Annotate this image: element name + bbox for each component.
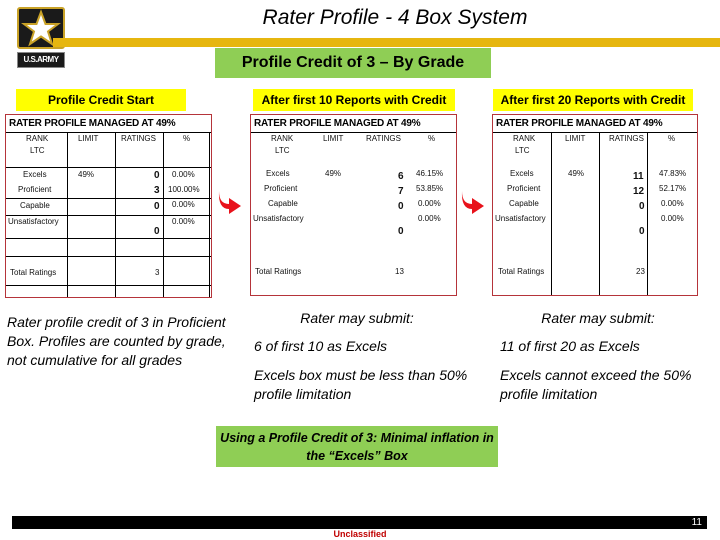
rank-value: LTC xyxy=(30,146,45,155)
unsatisfactory-ratings: 0 xyxy=(398,226,404,237)
col-ratings: RATINGS xyxy=(121,134,156,143)
capable-pct: 0.00% xyxy=(418,199,441,208)
proficient-pct: 100.00% xyxy=(168,185,200,194)
panel-heading-20-reports: After first 20 Reports with Credit xyxy=(493,89,693,111)
row-label-unsatisfactory: Unsatisfactory xyxy=(253,214,304,223)
capable-ratings: 0 xyxy=(154,201,160,212)
excels-pct: 47.83% xyxy=(659,169,687,178)
arrow-right-icon xyxy=(217,188,243,214)
capable-pct: 0.00% xyxy=(172,200,195,209)
arrow-right-icon xyxy=(460,188,486,214)
excels-ratings: 11 xyxy=(633,171,644,182)
col-limit: LIMIT xyxy=(78,134,99,143)
col-limit: LIMIT xyxy=(323,134,344,143)
profile-table-10-reports: RATER PROFILE MANAGED AT 49% RANK LIMIT … xyxy=(250,114,457,296)
unsatisfactory-pct: 0.00% xyxy=(661,214,684,223)
row-label-excels: Excels xyxy=(266,169,290,178)
profile-table-start: RATER PROFILE MANAGED AT 49% RANK LIMIT … xyxy=(5,114,212,298)
unsatisfactory-ratings: 0 xyxy=(154,226,160,237)
row-label-unsatisfactory: Unsatisfactory xyxy=(8,217,59,226)
panel-heading-10-reports: After first 10 Reports with Credit xyxy=(253,89,455,111)
col-ratings: RATINGS xyxy=(609,134,644,143)
may-submit-heading: Rater may submit: xyxy=(541,310,655,326)
col-pct: % xyxy=(428,134,436,143)
capable-ratings: 0 xyxy=(398,201,404,212)
excels-pct: 46.15% xyxy=(416,169,444,178)
rank-value: LTC xyxy=(275,146,290,155)
logo-label: U.S.ARMY xyxy=(17,52,65,68)
page-number: 11 xyxy=(691,517,702,528)
profile-table-20-reports: RATER PROFILE MANAGED AT 49% RANK LIMIT … xyxy=(492,114,698,296)
row-label-proficient: Proficient xyxy=(507,184,541,193)
table-title: RATER PROFILE MANAGED AT 49% xyxy=(6,115,211,133)
col-rank: RANK xyxy=(26,134,49,143)
footer-bar xyxy=(12,516,707,529)
submit-note-b: Excels cannot exceed the 50% profile lim… xyxy=(500,367,692,402)
row-label-capable: Capable xyxy=(268,199,298,208)
panel-heading-start: Profile Credit Start xyxy=(16,89,186,111)
capable-ratings: 0 xyxy=(639,201,645,212)
unsatisfactory-pct: 0.00% xyxy=(172,217,195,226)
proficient-pct: 53.85% xyxy=(416,184,444,193)
submit-note-b: Excels box must be less than 50% profile… xyxy=(254,367,468,402)
proficient-ratings: 12 xyxy=(633,186,645,197)
credit-start-note: Rater profile credit of 3 in Proficient … xyxy=(7,314,226,368)
subtitle-banner: Profile Credit of 3 – By Grade xyxy=(215,48,491,78)
proficient-pct: 52.17% xyxy=(659,184,687,193)
row-label-excels: Excels xyxy=(23,170,47,179)
total-label: Total Ratings xyxy=(498,267,545,276)
total-label: Total Ratings xyxy=(255,267,302,276)
col-ratings: RATINGS xyxy=(366,134,401,143)
excels-ratings: 0 xyxy=(154,170,160,181)
row-label-proficient: Proficient xyxy=(264,184,298,193)
excels-pct: 0.00% xyxy=(172,170,195,179)
unsatisfactory-ratings: 0 xyxy=(639,226,645,237)
total-value: 23 xyxy=(636,267,645,276)
col-rank: RANK xyxy=(513,134,536,143)
submit-note-a: 11 of first 20 as Excels xyxy=(500,338,640,354)
col-limit: LIMIT xyxy=(565,134,586,143)
col-rank: RANK xyxy=(271,134,294,143)
col-pct: % xyxy=(183,134,191,143)
proficient-ratings: 7 xyxy=(398,186,404,197)
row-label-proficient: Proficient xyxy=(18,185,52,194)
excels-limit: 49% xyxy=(568,169,585,178)
title-rule xyxy=(53,38,720,47)
excels-limit: 49% xyxy=(325,169,342,178)
summary-callout: Using a Profile Credit of 3: Minimal inf… xyxy=(216,426,498,467)
row-label-capable: Capable xyxy=(509,199,539,208)
col-pct: % xyxy=(668,134,676,143)
total-label: Total Ratings xyxy=(10,268,57,277)
total-value: 13 xyxy=(395,267,404,276)
table-title: RATER PROFILE MANAGED AT 49% xyxy=(251,115,456,133)
unsatisfactory-pct: 0.00% xyxy=(418,214,441,223)
page-title: Rater Profile - 4 Box System xyxy=(262,6,528,29)
submit-note-a: 6 of first 10 as Excels xyxy=(254,338,388,354)
excels-ratings: 6 xyxy=(398,171,404,182)
may-submit-heading: Rater may submit: xyxy=(300,310,414,326)
capable-pct: 0.00% xyxy=(661,199,684,208)
classification-marking: Unclassified xyxy=(333,529,387,539)
table-title: RATER PROFILE MANAGED AT 49% xyxy=(493,115,697,133)
row-label-excels: Excels xyxy=(510,169,534,178)
rank-value: LTC xyxy=(515,146,530,155)
row-label-capable: Capable xyxy=(20,201,50,210)
proficient-ratings: 3 xyxy=(154,185,160,196)
excels-limit: 49% xyxy=(78,170,95,179)
row-label-unsatisfactory: Unsatisfactory xyxy=(495,214,546,223)
total-value: 3 xyxy=(155,268,160,277)
